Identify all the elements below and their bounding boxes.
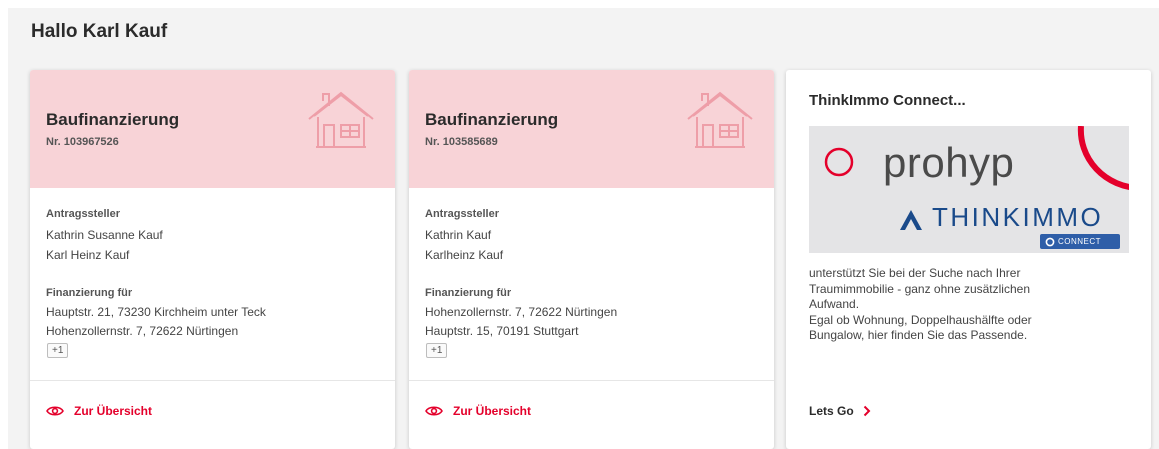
overview-label: Zur Übersicht [453, 404, 532, 418]
chevron-right-icon [863, 405, 871, 417]
promo-text-line: Traumimmobilie - ganz ohne zusätzlichen [809, 281, 1030, 296]
card-header: Baufinanzierung Nr. 103585689 [409, 70, 774, 188]
overview-link[interactable]: Zur Übersicht [425, 404, 531, 418]
promo-text-line: Egal ob Wohnung, Doppelhaushälfte oder [809, 312, 1032, 327]
card-title: Baufinanzierung [46, 110, 180, 129]
connect-label: CONNECT [1058, 237, 1102, 246]
financing-card: Baufinanzierung Nr. 103967526 Antragsste… [30, 70, 395, 449]
property-address: Hohenzollernstr. 7, 72622 Nürtingen [425, 305, 618, 319]
overview-label: Zur Übersicht [74, 404, 153, 418]
house-icon [687, 91, 753, 148]
applicant-name: Karlheinz Kauf [425, 248, 504, 262]
contract-number: Nr. 103585689 [425, 136, 498, 148]
divider [409, 380, 774, 381]
lets-go-link[interactable]: Lets Go [809, 404, 871, 418]
page-title: Hallo Karl Kauf [31, 21, 168, 42]
overview-link[interactable]: Zur Übersicht [46, 404, 152, 418]
property-address: Hauptstr. 21, 73230 Kirchheim unter Teck [46, 305, 266, 319]
contract-number: Nr. 103967526 [46, 136, 119, 148]
promo-banner: prohyp THINKIMMO CONNECT [809, 126, 1129, 253]
financing-label: Finanzierung für [46, 287, 133, 299]
applicants-label: Antragssteller [46, 208, 120, 220]
property-address: Hohenzollernstr. 7, 72622 Nürtingen [46, 324, 239, 338]
card-header: Baufinanzierung Nr. 103967526 [30, 70, 395, 188]
applicants-label: Antragssteller [425, 208, 499, 220]
thinkimmo-logo: THINKIMMO [932, 202, 1104, 232]
eye-icon [46, 406, 64, 416]
thinkimmo-roof-icon [900, 210, 922, 230]
promo-text-line: Aufwand. [809, 297, 860, 311]
applicant-name: Kathrin Susanne Kauf [46, 228, 163, 242]
promo-text-line: Bungalow, hier finden Sie das Passende. [809, 328, 1028, 342]
applicant-name: Kathrin Kauf [425, 228, 492, 242]
house-icon [308, 91, 374, 148]
more-addresses-badge[interactable]: +1 [426, 343, 448, 358]
property-address: Hauptstr. 15, 70191 Stuttgart [425, 324, 579, 338]
promo-text-line: unterstützt Sie bei der Suche nach Ihrer [809, 266, 1021, 280]
promo-card: ThinkImmo Connect... prohyp THINKIMMO CO… [786, 70, 1151, 449]
financing-card: Baufinanzierung Nr. 103585689 Antragsste… [409, 70, 774, 449]
applicant-name: Karl Heinz Kauf [46, 248, 130, 262]
financing-label: Finanzierung für [425, 287, 512, 299]
prohyp-logo: prohyp [883, 139, 1015, 186]
red-arc-decoration [1077, 126, 1129, 190]
eye-icon [425, 406, 443, 416]
more-addresses-badge[interactable]: +1 [47, 343, 69, 358]
promo-title: ThinkImmo Connect... [809, 92, 966, 109]
card-title: Baufinanzierung [425, 110, 559, 129]
connect-ring-icon [1045, 237, 1055, 246]
lets-go-label: Lets Go [809, 404, 854, 418]
divider [30, 380, 395, 381]
promo-description: unterstützt Sie bei der Suche nach Ihrer… [809, 266, 1129, 344]
prohyp-ring-icon [824, 147, 854, 177]
connect-badge: CONNECT [1040, 234, 1120, 249]
dashboard: Hallo Karl Kauf Baufinanzierung Nr. 1039… [8, 8, 1159, 449]
